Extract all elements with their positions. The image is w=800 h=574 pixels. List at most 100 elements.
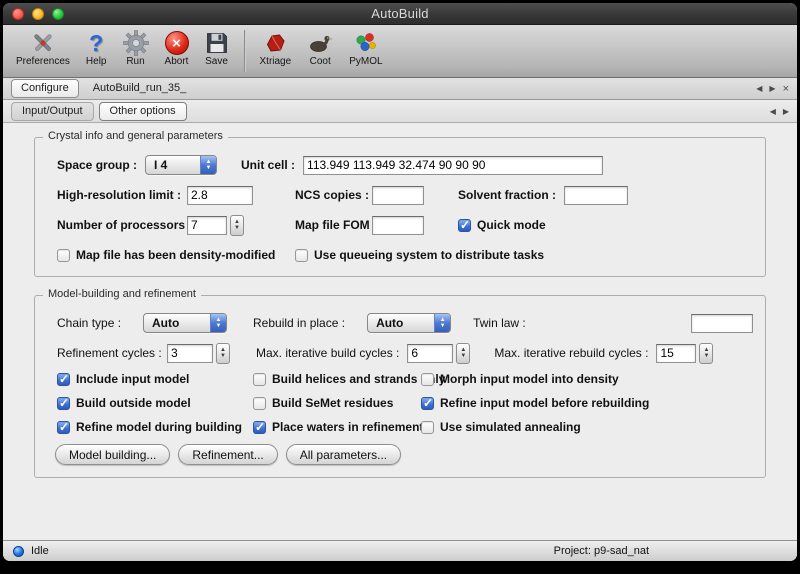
- unit-cell-input[interactable]: [303, 156, 603, 175]
- include-input-model-checkbox[interactable]: Include input model: [57, 372, 253, 386]
- toolbar-label: Coot: [310, 56, 331, 67]
- model-building-button[interactable]: Model building...: [55, 444, 170, 465]
- tab-close-icon[interactable]: ×: [783, 85, 789, 93]
- tab-scroll-left-icon[interactable]: ◀: [756, 84, 762, 93]
- refinement-button[interactable]: Refinement...: [178, 444, 277, 465]
- chain-type-select[interactable]: Auto ▲▼: [143, 313, 227, 333]
- rebuild-cycles-input[interactable]: [656, 344, 696, 363]
- rebuild-in-place-label: Rebuild in place :: [253, 316, 345, 330]
- tab-other-options[interactable]: Other options: [99, 102, 187, 121]
- model-building-group: Model-building and refinement Chain type…: [34, 295, 766, 478]
- stepper-down-icon: ▼: [460, 353, 466, 359]
- popup-arrows-icon: ▲▼: [210, 314, 226, 332]
- ncs-copies-input[interactable]: [372, 186, 424, 205]
- space-group-select[interactable]: I 4 ▲▼: [145, 155, 217, 175]
- quick-mode-checkbox[interactable]: Quick mode: [458, 218, 753, 232]
- popup-arrows-icon: ▲▼: [200, 156, 216, 174]
- build-cycles-label: Max. iterative build cycles :: [256, 346, 399, 360]
- twin-law-input[interactable]: [691, 314, 753, 333]
- queueing-checkbox[interactable]: Use queueing system to distribute tasks: [295, 248, 544, 262]
- checkbox-label: Use queueing system to distribute tasks: [314, 248, 544, 262]
- tab-scroll-right-icon[interactable]: ▶: [769, 84, 775, 93]
- stepper-down-icon: ▼: [703, 353, 709, 359]
- checkbox-label: Morph input model into density: [440, 372, 619, 386]
- build-cycles-input[interactable]: [407, 344, 453, 363]
- preferences-button[interactable]: Preferences: [9, 29, 77, 67]
- checkbox-box-icon: [57, 249, 70, 262]
- page-tab-scroll-right-icon[interactable]: ▶: [783, 107, 789, 116]
- simulated-annealing-checkbox[interactable]: Use simulated annealing: [421, 420, 753, 434]
- document-tab-bar: Configure AutoBuild_run_35_ ◀ ▶ ×: [3, 78, 797, 100]
- high-res-label: High-resolution limit :: [57, 188, 187, 202]
- checkbox-label: Map file has been density-modified: [76, 248, 275, 262]
- morph-input-model-checkbox[interactable]: Morph input model into density: [421, 372, 753, 386]
- zoom-window-button[interactable]: [52, 8, 64, 20]
- coot-button[interactable]: Coot: [300, 29, 340, 67]
- form-row: Number of processors : ▲▼ Map file FOM :…: [57, 214, 753, 236]
- refine-during-building-checkbox[interactable]: Refine model during building: [57, 420, 253, 434]
- rebuild-cycles-stepper[interactable]: ▲▼: [699, 343, 713, 364]
- checkbox-box-icon: [253, 421, 266, 434]
- form-row: High-resolution limit : NCS copies : Sol…: [57, 184, 753, 206]
- ncs-copies-label: NCS copies :: [295, 188, 372, 202]
- space-group-value: I 4: [146, 156, 200, 174]
- run-gear-icon: [123, 29, 149, 57]
- solvent-fraction-label: Solvent fraction :: [458, 188, 556, 202]
- all-parameters-button[interactable]: All parameters...: [286, 444, 401, 465]
- toolbar-label: PyMOL: [349, 56, 382, 67]
- toolbar-label: Preferences: [16, 56, 70, 67]
- map-fom-input[interactable]: [372, 216, 424, 235]
- close-window-button[interactable]: [12, 8, 24, 20]
- help-button[interactable]: ? Help: [79, 29, 114, 67]
- page-tab-scroll-left-icon[interactable]: ◀: [770, 107, 776, 116]
- arrow-down-icon: ▼: [206, 165, 212, 171]
- checkbox-box-icon: [458, 219, 471, 232]
- form-row: Space group : I 4 ▲▼ Unit cell :: [57, 154, 753, 176]
- solvent-fraction-input[interactable]: [564, 186, 628, 205]
- refinement-cycles-stepper[interactable]: ▲▼: [216, 343, 230, 364]
- run-button[interactable]: Run: [116, 29, 156, 67]
- checkbox-box-icon: [253, 397, 266, 410]
- place-waters-checkbox[interactable]: Place waters in refinement: [253, 420, 421, 434]
- tab-input-output[interactable]: Input/Output: [11, 102, 94, 121]
- refinement-cycles-label: Refinement cycles :: [57, 346, 167, 360]
- group-title: Model-building and refinement: [43, 288, 201, 300]
- build-cycles-stepper[interactable]: ▲▼: [456, 343, 470, 364]
- tab-autobuild-run-35[interactable]: AutoBuild_run_35_: [83, 79, 197, 98]
- arrow-down-icon: ▼: [216, 323, 222, 329]
- toolbar-divider: [244, 30, 245, 72]
- save-button[interactable]: Save: [198, 29, 236, 67]
- build-helices-strands-checkbox[interactable]: Build helices and strands only: [253, 372, 421, 386]
- arrow-down-icon: ▼: [440, 323, 446, 329]
- tab-configure[interactable]: Configure: [11, 79, 79, 98]
- rebuild-cycles-label: Max. iterative rebuild cycles :: [494, 346, 648, 360]
- checkbox-box-icon: [421, 373, 434, 386]
- minimize-window-button[interactable]: [32, 8, 44, 20]
- xtriage-button[interactable]: Xtriage: [253, 29, 299, 67]
- model-options-checkbox-grid: Include input model Build helices and st…: [57, 372, 753, 434]
- checkbox-label: Refine input model before rebuilding: [440, 396, 649, 410]
- tab-nav-controls: ◀ ▶ ×: [756, 84, 789, 93]
- abort-button[interactable]: × Abort: [158, 29, 196, 67]
- density-modified-checkbox[interactable]: Map file has been density-modified: [57, 248, 285, 262]
- num-processors-stepper[interactable]: ▲▼: [230, 215, 244, 236]
- build-outside-model-checkbox[interactable]: Build outside model: [57, 396, 253, 410]
- app-window: AutoBuild Preferences ? Help: [3, 3, 797, 561]
- toolbar-label: Save: [205, 56, 228, 67]
- rebuild-in-place-select[interactable]: Auto ▲▼: [367, 313, 451, 333]
- checkbox-label: Build outside model: [76, 396, 191, 410]
- twin-law-label: Twin law :: [473, 316, 526, 330]
- chain-type-value: Auto: [144, 314, 210, 332]
- map-fom-label: Map file FOM :: [295, 218, 372, 232]
- pymol-button[interactable]: PyMOL: [342, 29, 389, 67]
- toolbar-label: Run: [126, 56, 144, 67]
- checkbox-box-icon: [57, 373, 70, 386]
- refine-before-rebuilding-checkbox[interactable]: Refine input model before rebuilding: [421, 396, 753, 410]
- toolbar-label: Abort: [165, 56, 189, 67]
- refinement-cycles-input[interactable]: [167, 344, 213, 363]
- high-res-input[interactable]: [187, 186, 253, 205]
- num-processors-input[interactable]: [187, 216, 227, 235]
- build-semet-residues-checkbox[interactable]: Build SeMet residues: [253, 396, 421, 410]
- num-processors-label: Number of processors :: [57, 218, 187, 232]
- coot-bird-icon: [307, 29, 333, 57]
